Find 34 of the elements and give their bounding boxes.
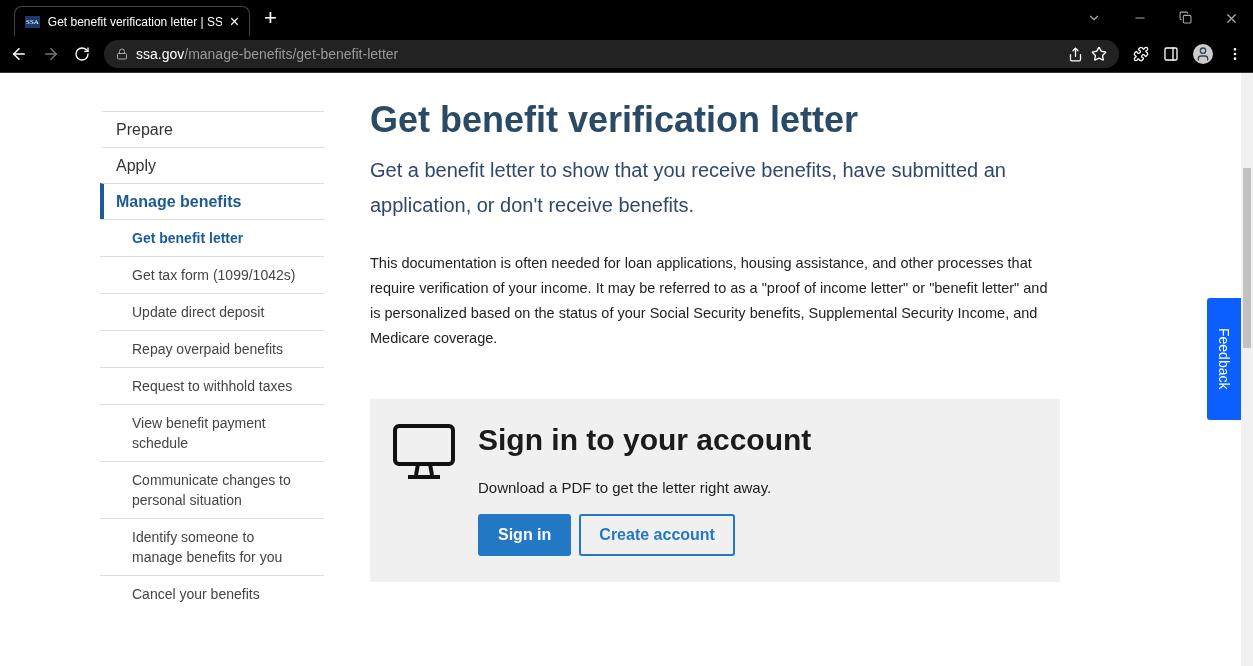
sidebar-subitem[interactable]: Update direct deposit [100, 293, 324, 330]
body-paragraph: This documentation is often needed for loan applications, housing assistance, and other processes that require verification of your income. It may be referred to as a "proof of income letter" or "benefit letter" and is personalized based on the status of your Social Security benefits, Supplemental Security Income, and Medicare coverage. [370, 254, 1049, 348]
address-bar[interactable]: ssa.gov/manage-benefits/get-benefit-letter [104, 40, 1119, 68]
create-account-button[interactable]: Create account [579, 514, 735, 556]
sidebar-item[interactable]: Prepare [100, 111, 324, 147]
feedback-tab[interactable]: Feedback [1207, 298, 1241, 420]
side-panel-icon[interactable] [1163, 46, 1179, 62]
back-icon[interactable] [10, 45, 28, 63]
sidebar-subitem[interactable]: Get benefit letter [100, 219, 324, 256]
sidebar-subitem[interactable]: Cancel your benefits [100, 575, 324, 612]
lock-icon [116, 48, 128, 60]
star-icon[interactable] [1091, 46, 1107, 62]
share-icon[interactable] [1068, 46, 1083, 62]
sidebar-subitem[interactable]: Get tax form (1099/1042s) [100, 256, 324, 293]
sidebar-subitem[interactable]: Identify someone to manage benefits for you [100, 518, 324, 575]
page-title: Get benefit verification letter [370, 99, 860, 141]
close-tab-icon[interactable]: × [229, 12, 239, 31]
restore-icon[interactable] [1179, 10, 1192, 26]
sidebar-item[interactable]: Apply [100, 147, 324, 183]
card-text: Download a PDF to get the letter right away. [478, 479, 773, 496]
sidebar-subitem[interactable]: Communicate changes to personal situation [100, 461, 324, 518]
reload-icon[interactable] [74, 46, 90, 62]
sidebar-subitem[interactable]: Repay overpaid benefits [100, 330, 324, 367]
card-title: Sign in to your account [478, 423, 812, 457]
sidebar-item[interactable]: Manage benefits [100, 183, 324, 219]
monitor-icon [392, 423, 456, 481]
lead-paragraph: Get a benefit letter to show that you receive benefits, have submitted an application, or don't receive benefits. [370, 158, 1007, 218]
puzzle-icon[interactable] [1133, 46, 1149, 62]
sign-in-button[interactable]: Sign in [478, 514, 572, 556]
profile-avatar[interactable] [1193, 44, 1213, 64]
sidebar-subitem[interactable]: View benefit payment schedule [100, 404, 324, 461]
sidebar-subitem[interactable]: Request to withhold taxes [100, 367, 324, 404]
new-tab-button[interactable]: + [264, 5, 277, 31]
forward-icon[interactable] [42, 45, 60, 63]
